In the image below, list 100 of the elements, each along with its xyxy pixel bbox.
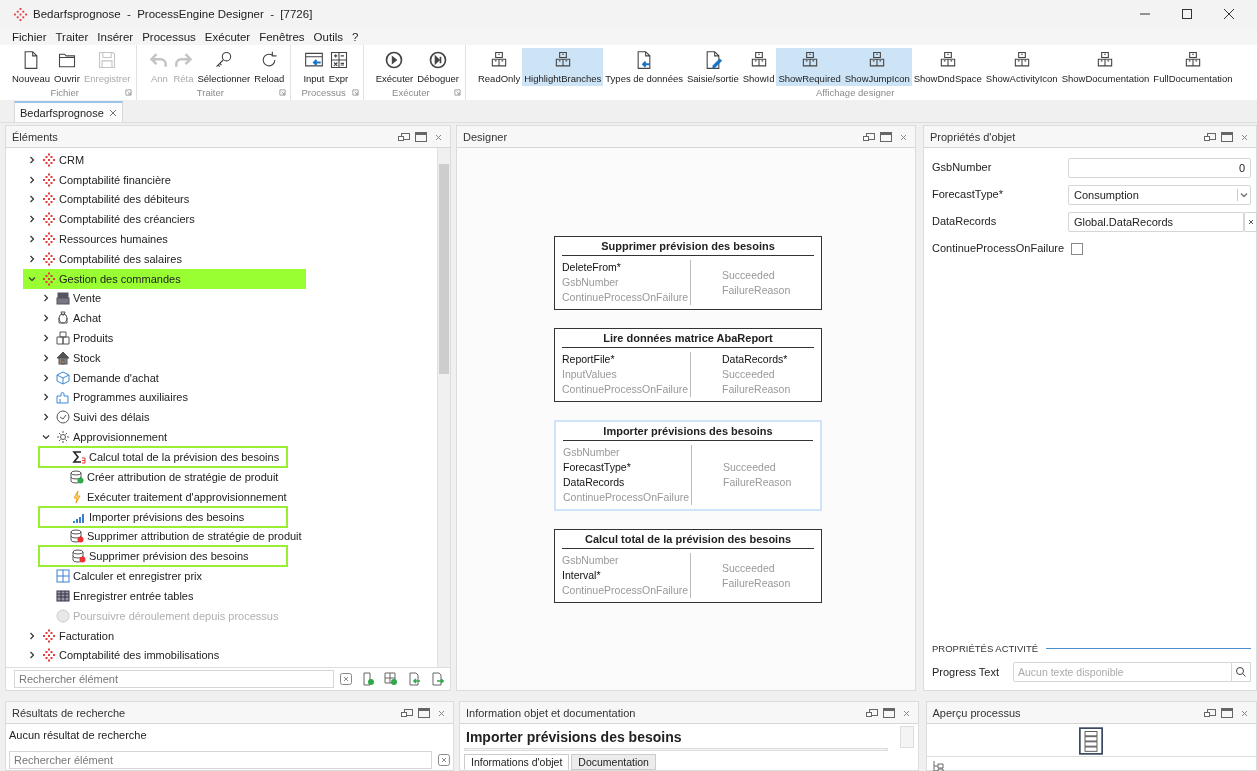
activity-card[interactable]: Importer prévisions des besoins GsbNumber ForecastType* DataRecords ContinueProcessOnFailure Succeeded FailureReason [554,420,822,511]
chevron-icon[interactable] [28,195,36,204]
maximize-icon[interactable] [415,131,428,142]
float-icon[interactable] [1204,131,1216,142]
float-icon[interactable] [1204,707,1216,718]
maximize-icon[interactable] [1181,8,1193,20]
hierarchy-icon[interactable] [932,760,945,771]
tree-item[interactable]: Calculer et enregistrer prix [23,566,306,587]
float-icon[interactable] [398,131,411,142]
tree-item[interactable]: Importer prévisions des besoins [38,505,288,528]
menu-item[interactable]: Traiter [55,30,89,43]
clear-icon[interactable] [340,673,352,685]
tree-item[interactable]: Supprimer prévision des besoins [38,545,288,568]
number-field[interactable]: 0 [1068,158,1251,178]
chevron-icon[interactable] [28,215,36,224]
tree-item[interactable]: Comptabilité des créanciers [23,209,306,230]
maximize-icon[interactable] [418,707,430,718]
tree-item[interactable]: Programmes auxiliaires [23,387,306,408]
tree-item[interactable]: Achat [23,308,306,329]
search-icon[interactable] [1232,662,1251,682]
tree-item[interactable]: Demande d'achat [23,367,306,388]
close-icon[interactable] [1223,8,1235,20]
document-export-icon[interactable] [430,672,445,686]
tree-item[interactable]: Vente [23,288,306,309]
toolbar-button[interactable]: ShowDndSpace [911,48,984,86]
activity-card[interactable]: Calcul total de la prévision des besoins GsbNumber Interval* ContinueProcessOnFailure Succeeded FailureReason [554,529,822,603]
toolbar-button[interactable]: Reload [252,48,287,86]
document-add-icon[interactable] [361,672,376,686]
float-icon[interactable] [865,707,878,718]
document-tab[interactable]: Bedarfsprognose [14,101,123,122]
chevron-icon[interactable] [28,274,36,283]
menu-item[interactable]: Fenêtres [259,30,305,43]
chevron-icon[interactable] [42,373,50,382]
document-import-icon[interactable] [407,672,422,686]
toolbar-button[interactable]: ShowActivityIcon [983,48,1060,86]
menu-item[interactable]: Processus [142,30,196,43]
tree-item[interactable]: Comptabilité financière [23,169,306,190]
tree-item[interactable]: CRM [23,150,306,170]
toolbar-button[interactable]: ShowId [740,48,777,86]
chevron-icon[interactable] [42,433,50,442]
dropdown[interactable]: Consumption [1068,185,1251,205]
menu-item[interactable]: Outils [313,30,343,43]
chevron-icon[interactable] [28,155,36,164]
toolbar-button[interactable]: Types de données [603,48,685,86]
float-icon[interactable] [401,707,413,718]
chevron-icon[interactable] [28,254,36,263]
menu-item[interactable]: Insérer [97,30,134,43]
toolbar-button[interactable]: Exécuter [373,48,416,86]
tree-item[interactable]: Exécuter traitement d'approvisionnement [23,486,306,507]
chevron-icon[interactable] [28,631,36,640]
chevron-icon[interactable] [42,413,50,422]
tree-item[interactable]: Supprimer attribution de stratégie de produit [23,526,306,547]
menu-item[interactable]: Exécuter [204,30,251,43]
tree-item[interactable]: Ressources humaines [23,229,306,249]
reference-field[interactable]: Global.DataRecords [1068,212,1244,232]
menu-item[interactable]: Fichier [12,30,47,43]
toolbar-button[interactable]: ShowJumpIcon [842,48,912,86]
tab[interactable]: Informations d'objet [464,754,570,770]
toolbar-button[interactable]: Saisie/sortie [685,48,741,86]
toolbar-button[interactable]: Ouvrir [52,48,82,86]
toolbar-button[interactable]: Déboguer [415,48,461,86]
chevron-icon[interactable] [28,175,36,184]
tree-item[interactable]: Créer attribution de stratégie de produit [23,466,306,487]
clear-icon[interactable] [438,754,450,766]
checkbox[interactable] [1071,243,1083,255]
clear-button[interactable] [1244,212,1257,232]
maximize-icon[interactable] [1221,131,1233,142]
chevron-icon[interactable] [42,393,50,402]
tree-item[interactable]: Produits [23,328,306,348]
chevron-icon[interactable] [28,235,36,244]
chevron-icon[interactable] [28,651,36,660]
tree-item[interactable]: Facturation [23,625,306,646]
toolbar-button[interactable]: Input [301,48,327,86]
tree-item[interactable]: Enregistrer entrée tables [23,586,306,606]
text-field[interactable]: Aucun texte disponible [1013,662,1232,682]
activity-card[interactable]: Lire données matrice AbaReport ReportFile* InputValues ContinueProcessOnFailure DataRecords* Succeeded FailureReason [554,328,822,402]
toolbar-button[interactable]: HighlightBranches [522,48,604,86]
maximize-icon[interactable] [882,707,895,718]
menu-item[interactable]: ? [352,30,359,43]
activity-card[interactable]: Supprimer prévision des besoins DeleteFrom* GsbNumber ContinueProcessOnFailure Succeeded FailureReason [554,236,822,310]
process-thumbnail-icon[interactable] [1079,726,1104,756]
toolbar-button[interactable]: FullDocumentation [1151,48,1235,86]
float-icon[interactable] [863,131,875,142]
toolbar-button[interactable]: ShowDocumentation [1059,48,1152,86]
tree-item[interactable]: Comptabilité des immobilisations [23,645,306,666]
toolbar-button[interactable]: ShowRequired [776,48,843,86]
tree-item[interactable]: Suivi des délais [23,407,306,428]
tree-item[interactable]: Calcul total de la prévision des besoins [38,445,288,468]
tree-item[interactable]: Approvisionnement [23,427,306,447]
chevron-icon[interactable] [42,334,50,343]
tree-item[interactable]: Gestion des commandes [23,268,306,289]
maximize-icon[interactable] [1221,707,1233,718]
tree-item[interactable]: Stock [23,347,306,368]
calculator-add-icon[interactable] [384,672,399,686]
tab[interactable]: Documentation [571,754,656,770]
toolbar-button[interactable]: Nouveau [10,48,53,86]
chevron-icon[interactable] [42,353,50,362]
toolbar-button[interactable]: Sélectionner [195,48,253,86]
chevron-icon[interactable] [42,314,50,323]
search-field[interactable]: Rechercher élément [9,751,433,769]
